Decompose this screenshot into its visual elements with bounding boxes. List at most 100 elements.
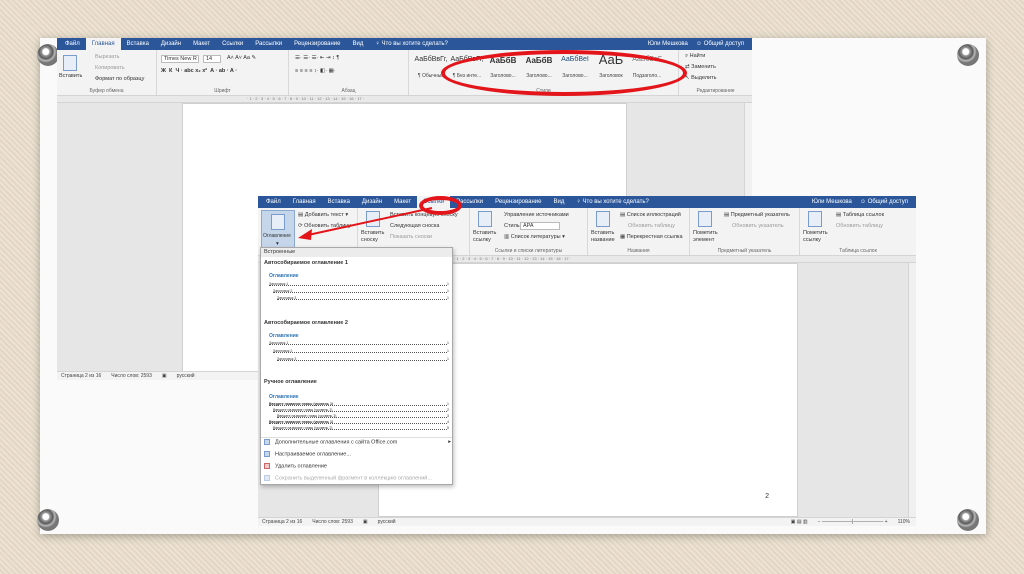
tab-mailings[interactable]: Рассылки <box>249 38 288 50</box>
font-format-buttons[interactable]: Ж К Ч · abc x₂ x² A · ab · A · <box>161 68 237 74</box>
rivet-top-right <box>957 44 979 66</box>
auto-toc-1-title: Автособираемое оглавление 1 <box>264 260 348 266</box>
copy-button[interactable]: Копировать <box>95 65 125 71</box>
tab-design[interactable]: Дизайн <box>155 38 187 50</box>
group-label-index: Предметный указатель <box>717 248 772 254</box>
person-icon: ☺ <box>695 41 704 47</box>
group-clipboard: Вставить Вырезать Копировать Формат по о… <box>57 50 157 95</box>
toc-page: 4 <box>447 420 449 424</box>
custom-toc-item[interactable]: Настраиваемое оглавление... <box>264 451 351 457</box>
toc-entry: Заголовок 3 <box>277 296 447 300</box>
save-gallery-icon <box>264 475 270 481</box>
tab-review[interactable]: Рецензирование <box>489 196 547 208</box>
view-buttons[interactable]: ▣ ▤ ▥ <box>791 519 808 525</box>
toc-page: 1 <box>447 341 449 345</box>
custom-toc-icon <box>264 451 270 457</box>
group-label-font: Шрифт <box>214 88 231 94</box>
grow-shrink-font[interactable]: A˄ A˅ Aa ✎ <box>227 55 256 61</box>
insert-index-button[interactable]: ▤ Предметный указатель <box>724 212 790 218</box>
format-painter-button[interactable]: Формат по образцу <box>95 76 144 82</box>
figures-icon: ▤ <box>620 212 627 218</box>
tab-home[interactable]: Главная <box>85 38 121 50</box>
insert-citation-button[interactable]: Вставить ссылку <box>473 230 499 244</box>
language[interactable]: русский <box>177 373 195 379</box>
book-icon: ▥ <box>504 234 511 240</box>
tab-view[interactable]: Вид <box>547 196 570 208</box>
more-toc-office-item[interactable]: Дополнительные оглавления с сайта Office… <box>264 439 451 445</box>
tell-me-search[interactable]: ♀ Что вы хотите сделать? <box>570 196 655 208</box>
share-button[interactable]: ☺ Общий доступ <box>860 199 908 205</box>
auto-toc-2-title: Автособираемое оглавление 2 <box>264 320 348 326</box>
rivet-bottom-left <box>37 509 59 531</box>
save-selection-item[interactable]: Сохранить выделенный фрагмент в коллекци… <box>264 475 432 481</box>
select-button[interactable]: ↖ Выделить <box>685 75 717 81</box>
group-label-paragraph: Абзац <box>341 88 356 94</box>
auto-toc-1-preview[interactable]: Оглавление Заголовок 1 1 Заголовок 2 1 З… <box>263 268 452 310</box>
toc-entry: Введите название главы (уровень 1) <box>269 420 447 424</box>
table-of-figures-button[interactable]: ▤ Список иллюстраций <box>620 212 681 218</box>
cross-reference-button[interactable]: ▦ Перекрестная ссылка <box>620 234 683 240</box>
tab-references[interactable]: Ссылки <box>216 38 249 50</box>
tell-me-search[interactable]: ♀ Что вы хотите сделать? <box>369 38 454 50</box>
update-authorities-button[interactable]: Обновить таблицу <box>836 223 883 229</box>
font-name-select[interactable]: Times New R <box>161 55 199 63</box>
tab-review[interactable]: Рецензирование <box>288 38 346 50</box>
proofing-icon[interactable]: ▣ <box>162 373 167 379</box>
update-figures-button[interactable]: Обновить таблицу <box>628 223 675 229</box>
toc-page: 1 <box>447 402 449 406</box>
group-editing: ⌕ Найти ⇄ Заменить ↖ Выделить Редактиров… <box>679 50 752 95</box>
mark-citation-button[interactable]: Пометить ссылку <box>803 230 831 244</box>
replace-button[interactable]: ⇄ Заменить <box>685 64 716 70</box>
rivet-bottom-right <box>957 509 979 531</box>
find-button[interactable]: ⌕ Найти <box>685 53 705 60</box>
tab-file[interactable]: Файл <box>57 38 86 50</box>
share-button[interactable]: ☺ Общий доступ <box>696 41 744 47</box>
group-authorities: Пометить ссылку ▤ Таблица ссылок Обновит… <box>800 208 916 255</box>
group-paragraph: ☰· ☰· ☰· ⇤ ⇥ ↕ ¶ ≡ ≡ ≡ ≡ ↕· ◧· ▦· Абзац <box>289 50 409 95</box>
cut-button[interactable]: Вырезать <box>95 54 119 60</box>
gallery-divider <box>261 437 452 438</box>
insert-caption-button[interactable]: Вставить название <box>591 230 617 244</box>
page-count[interactable]: Страница 2 из 16 <box>61 373 101 379</box>
user-name[interactable]: Юли Мешкова <box>812 199 852 205</box>
citation-style-select[interactable]: APA <box>520 222 560 230</box>
tab-insert[interactable]: Вставка <box>121 38 155 50</box>
zoom-level[interactable]: 110% <box>898 519 916 525</box>
language[interactable]: русский <box>378 519 396 525</box>
zoom-slider[interactable]: − ——————|—————— + <box>818 519 888 525</box>
user-name[interactable]: Юли Мешкова <box>648 41 688 47</box>
tab-view[interactable]: Вид <box>346 38 369 50</box>
toc-page: 1 <box>447 349 449 353</box>
bibliography-button[interactable]: ▥ Список литературы ▾ <box>504 234 565 240</box>
insert-authorities-button[interactable]: ▤ Таблица ссылок <box>836 212 884 218</box>
remove-toc-item[interactable]: Удалить оглавление <box>264 463 327 469</box>
manual-toc-preview[interactable]: Оглавление Введите название главы (урове… <box>263 388 452 434</box>
auto-toc-2-preview[interactable]: Оглавление Заголовок 1 1 Заголовок 2 1 З… <box>263 328 452 370</box>
update-index-button[interactable]: Обновить указатель <box>732 223 784 229</box>
style-label: Стиль: <box>504 223 522 229</box>
gallery-header: Встроенные <box>261 248 452 257</box>
align-buttons[interactable]: ≡ ≡ ≡ ≡ ↕· ◧· ▦· <box>295 68 336 74</box>
vertical-scrollbar[interactable] <box>908 263 916 517</box>
toc-entry: Заголовок 2 <box>273 349 447 353</box>
mark-entry-button[interactable]: Пометить элемент <box>693 230 721 244</box>
tab-layout[interactable]: Макет <box>187 38 216 50</box>
font-size-select[interactable]: 14 <box>203 55 221 63</box>
page-count[interactable]: Страница 2 из 16 <box>262 519 302 525</box>
annotation-arrow <box>298 207 433 240</box>
word-count[interactable]: Число слов: 2593 <box>111 373 152 379</box>
paste-button[interactable]: Вставить <box>59 73 82 79</box>
toc-entry: Введите название главы (уровень 2) <box>273 426 447 430</box>
toc-heading: Оглавление <box>269 333 299 339</box>
list-buttons[interactable]: ☰· ☰· ☰· ⇤ ⇥ ↕ ¶ <box>295 55 339 61</box>
tab-file[interactable]: Файл <box>258 196 287 208</box>
paste-icon[interactable] <box>63 55 77 71</box>
group-index: Пометить элемент ▤ Предметный указатель … <box>690 208 800 255</box>
toc-entry: Введите название главы (уровень 3) <box>277 414 447 418</box>
toc-page: 2 <box>447 408 449 412</box>
manage-sources-button[interactable]: Управление источниками <box>504 212 569 218</box>
toc-entry: Заголовок 2 <box>273 289 447 293</box>
group-label-clipboard: Буфер обмена <box>89 88 124 94</box>
proofing-icon[interactable]: ▣ <box>363 519 368 525</box>
word-count[interactable]: Число слов: 2593 <box>312 519 353 525</box>
